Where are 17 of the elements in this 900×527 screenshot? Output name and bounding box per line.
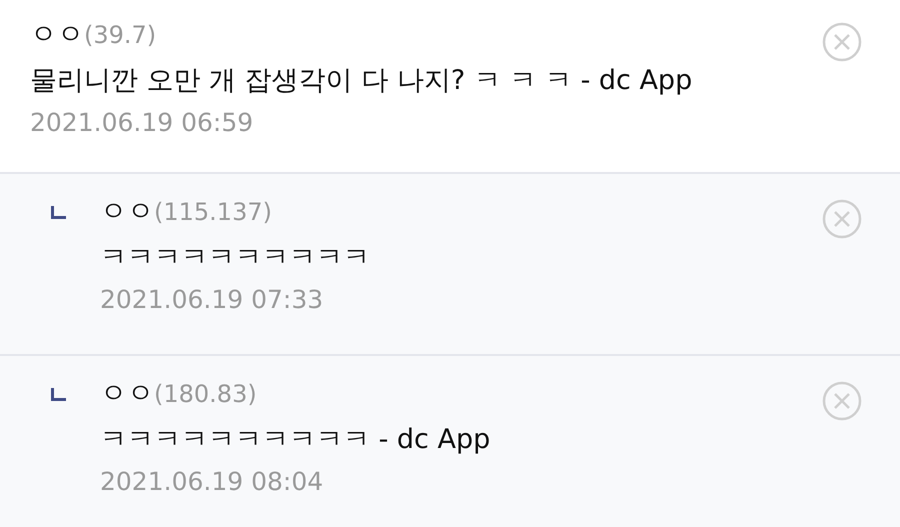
comment-date: 2021.06.19 06:59 [30,108,254,137]
delete-icon[interactable] [822,199,862,239]
ip-address: (39.7) [84,21,156,49]
author-name: ㅇㅇ [100,195,154,229]
author-name: ㅇㅇ [100,377,154,411]
delete-icon[interactable] [822,381,862,421]
author-name: ㅇㅇ [30,18,84,52]
ip-address: (180.83) [154,380,257,408]
comment-text: ㅋㅋㅋㅋㅋㅋㅋㅋㅋㅋ - dc App [100,423,492,457]
ip-address: (115.137) [154,198,272,226]
comment-date: 2021.06.19 07:33 [100,285,324,314]
comment-text: 물리니깐 오만 개 잡생각이 다 나지? ㅋ ㅋ ㅋ - dc App [30,64,694,98]
comment-date: 2021.06.19 08:04 [100,467,324,496]
delete-icon[interactable] [822,22,862,62]
reply-arrow-icon [50,206,66,220]
reply-arrow-icon [50,388,66,402]
comment-text: ㅋㅋㅋㅋㅋㅋㅋㅋㅋㅋ [100,241,371,275]
